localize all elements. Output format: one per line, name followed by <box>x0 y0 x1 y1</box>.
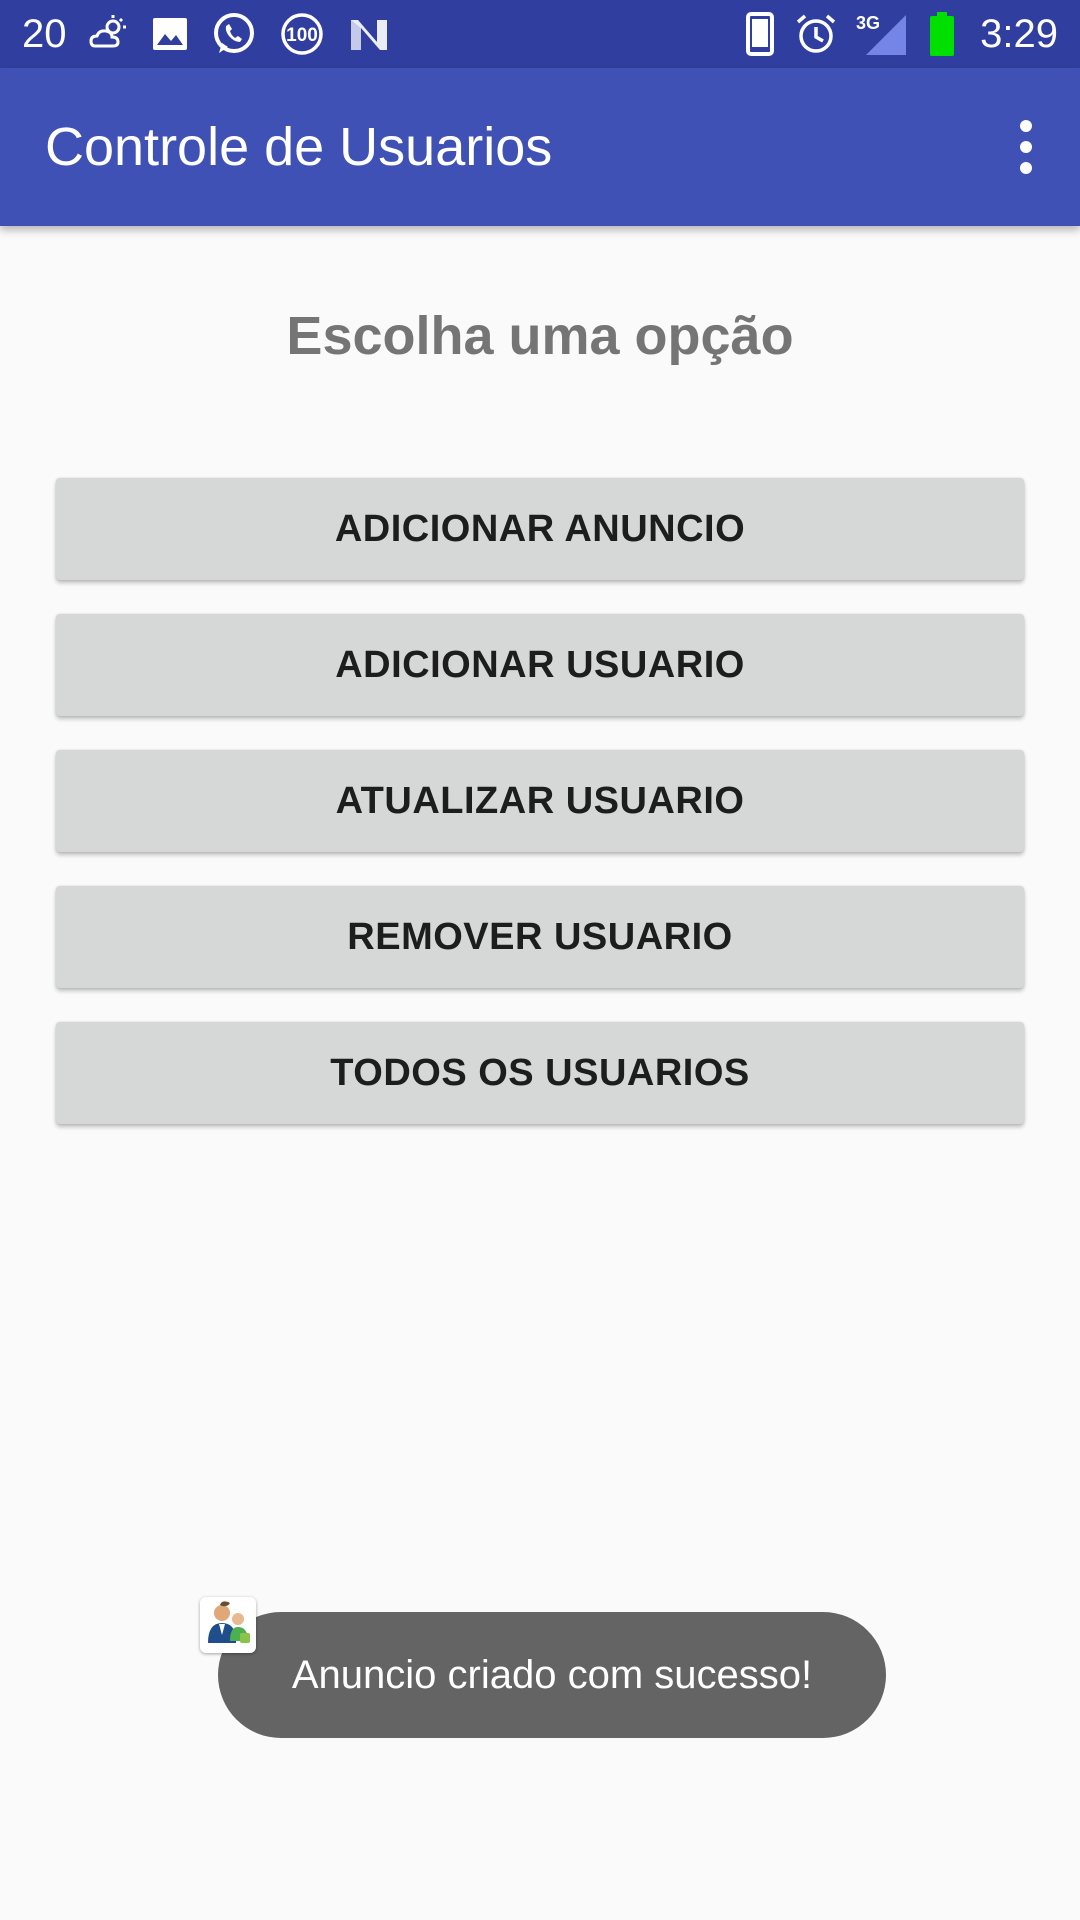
remove-user-button[interactable]: REMOVER USUARIO <box>56 886 1024 988</box>
menu-dot <box>1020 162 1032 174</box>
n-icon <box>350 20 387 50</box>
weather-icon <box>88 15 126 48</box>
app-users-icon <box>200 1597 256 1653</box>
badge-100-icon: 100 <box>280 13 323 55</box>
app-bar: Controle de Usuarios <box>0 68 1080 226</box>
toast-message: Anuncio criado com sucesso! <box>218 1612 886 1738</box>
whatsapp-icon <box>213 13 254 53</box>
page-heading: Escolha uma opção <box>286 306 794 366</box>
menu-dot <box>1020 120 1032 132</box>
add-user-button[interactable]: ADICIONAR USUARIO <box>56 614 1024 716</box>
app-title: Controle de Usuarios <box>45 117 553 177</box>
alarm-icon <box>797 14 836 53</box>
options-list: ADICIONAR ANUNCIO ADICIONAR USUARIO ATUA… <box>56 478 1024 1158</box>
battery-icon <box>930 12 955 56</box>
overflow-menu-icon[interactable] <box>990 102 1062 192</box>
image-icon <box>152 18 187 50</box>
phone-vibrate-icon <box>746 12 775 56</box>
menu-dot <box>1020 141 1032 153</box>
update-user-button[interactable]: ATUALIZAR USUARIO <box>56 750 1024 852</box>
status-right-group: 3G 3:29 <box>744 0 1058 68</box>
app-users-icon-graphic <box>208 1601 250 1643</box>
all-users-button[interactable]: TODOS OS USUARIOS <box>56 1022 1024 1124</box>
signal-3g-icon: 3G <box>856 13 907 55</box>
network-label: 3G <box>856 13 880 33</box>
status-time: 3:29 <box>980 12 1058 56</box>
status-bar: 20 100 3G 3:29 <box>0 0 1080 68</box>
add-ad-button[interactable]: ADICIONAR ANUNCIO <box>56 478 1024 580</box>
status-left-group: 20 100 <box>22 0 391 68</box>
badge-100-text: 100 <box>286 25 318 46</box>
status-number: 20 <box>22 12 67 56</box>
